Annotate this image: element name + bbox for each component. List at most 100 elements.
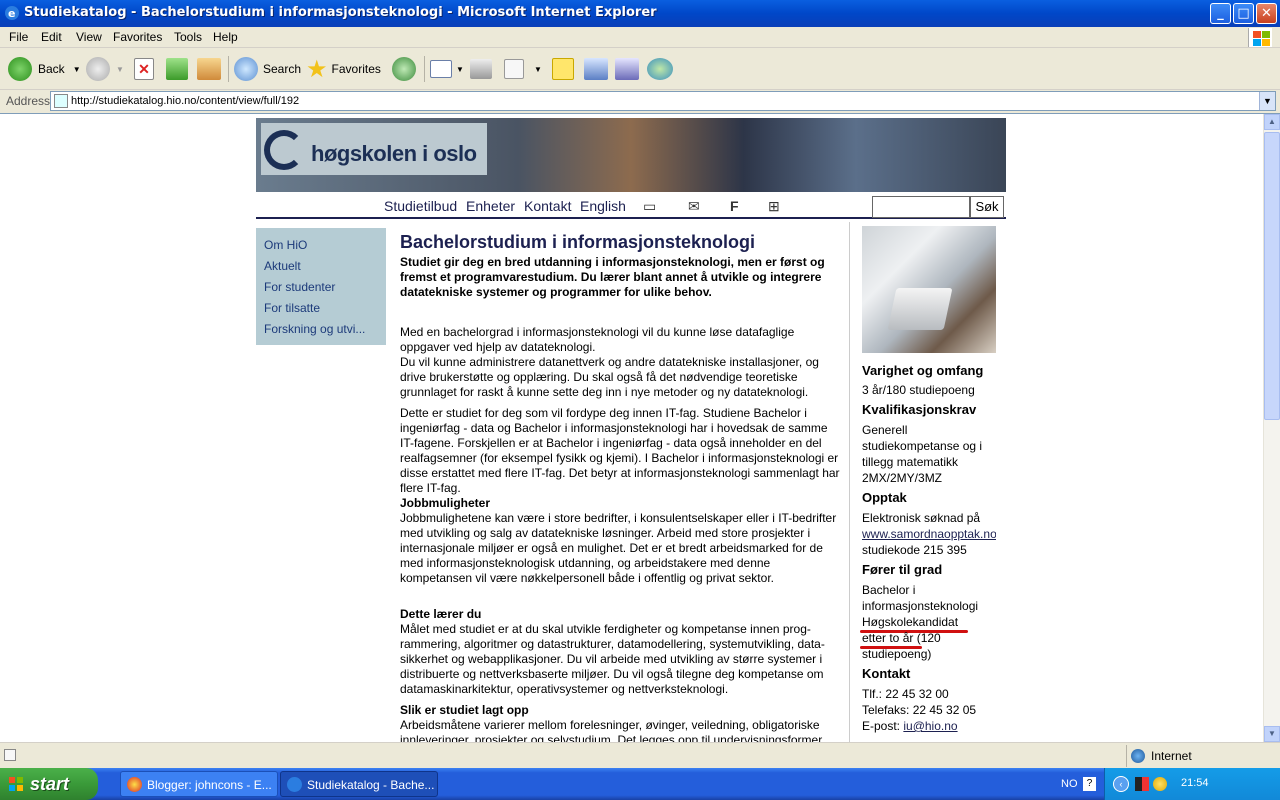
site-search-input[interactable]: [872, 196, 970, 218]
search-button[interactable]: Search: [234, 55, 301, 83]
section-title-laerer: Dette lærer du: [400, 607, 482, 621]
mail-icon[interactable]: ✉: [688, 198, 700, 215]
page-icon: [54, 94, 68, 108]
paragraph-3: Dette er studiet for deg som vil fordype…: [400, 406, 840, 495]
menu-file[interactable]: File: [9, 30, 28, 44]
leftnav-aktuelt[interactable]: Aktuelt: [264, 259, 301, 273]
scroll-thumb[interactable]: [1264, 132, 1280, 420]
info-text-grad-2: informasjonsteknologi: [862, 599, 979, 613]
left-navigation: Om HiO Aktuelt For studenter For tilsatt…: [256, 228, 386, 345]
scroll-down-icon[interactable]: ▼: [1264, 726, 1280, 742]
home-button[interactable]: [197, 55, 221, 83]
forward-button[interactable]: ▼: [86, 55, 124, 83]
info-heading-varighet: Varighet og omfang: [862, 363, 984, 378]
leftnav-forskning[interactable]: Forskning og utvi...: [264, 322, 365, 336]
info-heading-opptak: Opptak: [862, 490, 907, 505]
tray-expand-icon[interactable]: ‹: [1113, 776, 1129, 792]
info-text-grad-1: Bachelor i: [862, 583, 916, 597]
book-icon[interactable]: ⊞: [768, 198, 780, 215]
note-button[interactable]: [552, 55, 574, 83]
chevron-down-icon[interactable]: ▼: [1259, 92, 1275, 110]
section-title-opplegg: Slik er studiet lagt opp: [400, 703, 529, 717]
search-label: Search: [263, 62, 302, 76]
address-input[interactable]: http://studiekatalog.hio.no/content/view…: [50, 91, 1276, 111]
nav-enheter[interactable]: Enheter: [466, 198, 515, 214]
column-divider: [849, 222, 850, 742]
section-text-laerer: Målet med studiet er at du skal utvikle …: [400, 622, 825, 696]
section-text-opplegg: Arbeidsmåtene varierer mellom forelesnin…: [400, 718, 823, 742]
internet-explorer-icon: e: [5, 6, 19, 20]
vertical-scrollbar[interactable]: ▲ ▼: [1263, 114, 1280, 742]
help-icon[interactable]: ?: [1083, 777, 1096, 791]
minimize-button[interactable]: _: [1210, 3, 1231, 24]
mail-button[interactable]: ▼: [430, 55, 464, 83]
leftnav-for-studenter[interactable]: For studenter: [264, 280, 335, 294]
print-button[interactable]: [470, 55, 492, 83]
leftnav-om-hio[interactable]: Om HiO: [264, 238, 307, 252]
close-button[interactable]: ✕: [1256, 3, 1277, 24]
info-text-grad-4a: etter to år: [862, 631, 914, 645]
home-icon: [197, 58, 221, 80]
info-text-opptak-1: Elektronisk søknad på: [862, 511, 981, 525]
network-icon[interactable]: [1153, 777, 1167, 791]
nav-kontakt[interactable]: Kontakt: [524, 198, 571, 214]
samordna-opptak-link[interactable]: www.samordnaopptak.no: [862, 526, 996, 542]
chevron-down-icon[interactable]: ▼: [116, 65, 124, 74]
site-logo[interactable]: høgskolen i oslo: [311, 141, 477, 167]
people-icon: [647, 58, 673, 80]
favorites-label: Favorites: [331, 62, 381, 76]
info-heading-kvalifikasjon: Kvalifikasjonskrav: [862, 402, 977, 417]
maximize-button[interactable]: □: [1233, 3, 1254, 24]
menu-tools[interactable]: Tools: [174, 30, 202, 44]
taskbar-item-blogger[interactable]: Blogger: johncons - E...: [120, 771, 278, 797]
tray-app-icon[interactable]: [1135, 777, 1149, 791]
history-button[interactable]: [392, 55, 416, 83]
tools-button[interactable]: [615, 55, 639, 83]
tray-clock[interactable]: 21:54: [1181, 777, 1209, 789]
facebook-icon[interactable]: F: [730, 198, 739, 214]
info-text-varighet: 3 år/180 studiepoeng: [862, 383, 975, 397]
chevron-down-icon[interactable]: ▼: [534, 65, 542, 74]
scroll-up-icon[interactable]: ▲: [1264, 114, 1280, 130]
taskbar-item-studiekatalog-label: Studiekatalog - Bache...: [307, 778, 435, 792]
refresh-button[interactable]: [166, 55, 188, 83]
menu-edit[interactable]: Edit: [41, 30, 62, 44]
security-zone: Internet: [1126, 745, 1280, 767]
language-indicator[interactable]: NO: [1061, 778, 1078, 790]
toolbar-separator: [424, 56, 425, 82]
menu-view[interactable]: View: [76, 30, 102, 44]
start-label: start: [30, 774, 70, 794]
chevron-down-icon[interactable]: ▼: [456, 65, 464, 74]
section-text-jobb: Jobbmulighetene kan være i store bedrift…: [400, 511, 837, 585]
back-arrow-icon: [8, 57, 32, 81]
mail-icon: [430, 60, 452, 78]
section-title-jobb: Jobbmuligheter: [400, 496, 491, 510]
chevron-down-icon[interactable]: ▼: [73, 65, 81, 74]
globe-icon: [1131, 749, 1145, 763]
site-search-button[interactable]: Søk: [970, 196, 1004, 218]
edit-button[interactable]: ▼: [504, 55, 542, 83]
toolbar: Back ▼ ▼ ✕ Search ★ Favorites ▼ ▼: [0, 48, 1280, 90]
favorites-button[interactable]: ★ Favorites: [306, 55, 381, 83]
nav-studietilbud[interactable]: Studietilbud: [384, 198, 457, 214]
nav-english[interactable]: English: [580, 198, 626, 214]
tools-icon: [615, 58, 639, 80]
contacts-button[interactable]: [647, 55, 673, 83]
chrome-icon: [127, 777, 142, 792]
menu-help[interactable]: Help: [213, 30, 238, 44]
hio-logo-icon: [264, 130, 304, 170]
window-title: Studiekatalog - Bachelorstudium i inform…: [24, 5, 657, 20]
contact-email-link[interactable]: iu@hio.no: [903, 719, 957, 733]
computer-icon[interactable]: ▭: [643, 198, 656, 215]
info-text-kvalifikasjon-2: studiekompetanse og i: [862, 439, 983, 453]
start-button[interactable]: start: [0, 768, 98, 800]
contact-fax: Telefaks: 22 45 32 05: [862, 703, 977, 717]
address-url: http://studiekatalog.hio.no/content/view…: [71, 95, 300, 107]
leftnav-for-tilsatte[interactable]: For tilsatte: [264, 301, 320, 315]
menu-favorites[interactable]: Favorites: [113, 30, 162, 44]
stop-button[interactable]: ✕: [134, 55, 154, 83]
taskbar: start Blogger: johncons - E... Studiekat…: [0, 768, 1280, 800]
back-button[interactable]: Back ▼: [8, 55, 81, 83]
messenger-button[interactable]: [584, 55, 608, 83]
taskbar-item-studiekatalog[interactable]: Studiekatalog - Bache...: [280, 771, 438, 797]
